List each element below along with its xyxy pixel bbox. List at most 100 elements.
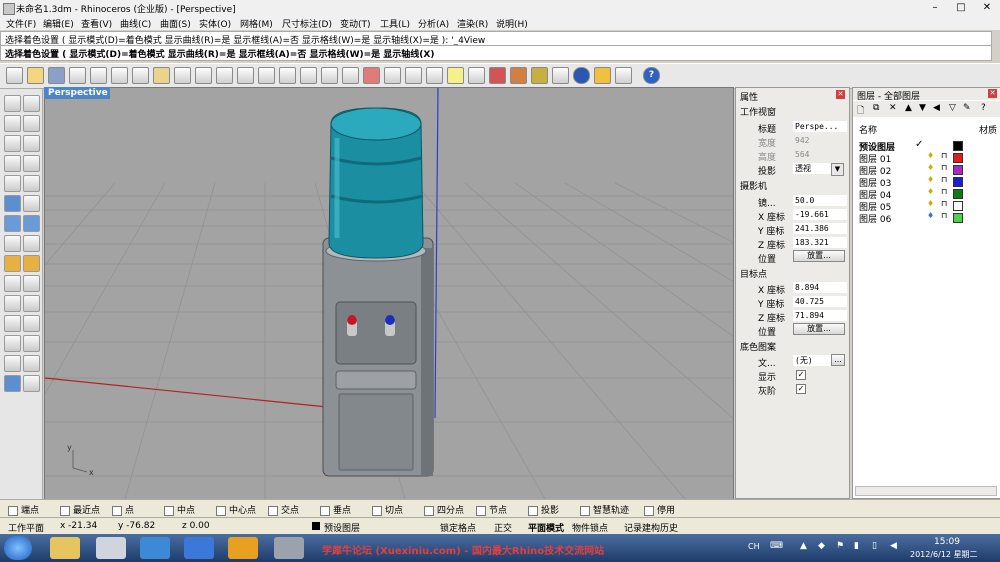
light-bulb-icon[interactable]: ♦	[927, 211, 934, 220]
move-icon[interactable]	[4, 315, 21, 332]
tray-volume-icon[interactable]: ◀	[890, 541, 897, 551]
light-bulb-icon[interactable]: ♦	[927, 199, 934, 208]
menu-curve[interactable]: 曲线(C)	[120, 17, 151, 30]
render-tools-icon[interactable]	[4, 375, 21, 392]
qq-taskbar-icon[interactable]	[228, 537, 258, 559]
paste-icon[interactable]	[153, 67, 170, 84]
point-icon[interactable]	[23, 95, 40, 112]
osnap-center[interactable]: 中心点	[216, 503, 256, 516]
layers-close-icon[interactable]: ✕	[988, 89, 997, 98]
file-browse-button[interactable]: ...	[831, 354, 845, 366]
cplane-status[interactable]: 工作平面	[8, 521, 44, 534]
clock-time[interactable]: 15:09	[934, 537, 960, 547]
tray-app-icon[interactable]: ◆	[818, 541, 825, 551]
color-wheel-icon[interactable]	[510, 67, 527, 84]
sphere-solid-icon[interactable]	[23, 215, 40, 232]
light-bulb-icon[interactable]: ♦	[927, 187, 934, 196]
layer-icon[interactable]	[489, 67, 506, 84]
properties-icon[interactable]	[594, 67, 611, 84]
zoom-selected-icon[interactable]	[300, 67, 317, 84]
zoom-dynamic-icon[interactable]	[237, 67, 254, 84]
new-sublayer-icon[interactable]: ⧉	[873, 103, 879, 113]
boolean-icon[interactable]	[4, 295, 21, 312]
osnap-toggle[interactable]: 物件锁点	[572, 521, 608, 534]
minimize-icon[interactable]: –	[922, 1, 948, 14]
move-up-icon[interactable]: ▲	[905, 103, 912, 113]
menu-surface[interactable]: 曲面(S)	[160, 17, 191, 30]
ie-taskbar-icon[interactable]	[140, 537, 170, 559]
osnap-near[interactable]: 最近点	[60, 503, 100, 516]
maximize-icon[interactable]: □	[948, 1, 974, 14]
chevron-down-icon[interactable]: ▼	[831, 163, 844, 176]
camera-x-value[interactable]: -19.661	[793, 209, 847, 220]
trim-icon[interactable]	[4, 275, 21, 292]
pan-hand-icon[interactable]	[195, 67, 212, 84]
polyline-icon[interactable]	[4, 115, 21, 132]
menu-file[interactable]: 文件(F)	[6, 17, 36, 30]
move-parent-icon[interactable]: ◀	[933, 103, 940, 113]
menu-help[interactable]: 说明(H)	[496, 17, 528, 30]
clock-date[interactable]: 2012/6/12 星期二	[910, 549, 978, 560]
osnap-tangent[interactable]: 切点	[372, 503, 403, 516]
osnap-end[interactable]: 端点	[8, 503, 39, 516]
unlock-icon[interactable]: ⊓	[941, 199, 947, 208]
dimension-icon[interactable]	[23, 335, 40, 352]
ime-indicator[interactable]: CH	[748, 542, 760, 551]
k-taskbar-icon[interactable]	[96, 537, 126, 559]
layers-horizontal-scrollbar[interactable]	[855, 486, 997, 496]
properties-close-icon[interactable]: ✕	[836, 90, 845, 99]
rectangle-icon[interactable]	[23, 155, 40, 172]
split-icon[interactable]	[23, 275, 40, 292]
menu-edit[interactable]: 编辑(E)	[43, 17, 74, 30]
target-z-value[interactable]: 71.894	[793, 310, 847, 321]
filter-icon[interactable]: ▽	[949, 103, 956, 113]
polygon-icon[interactable]	[4, 155, 21, 172]
title-value[interactable]: Perspe...	[793, 121, 847, 132]
rhino-taskbar-icon[interactable]	[274, 537, 304, 559]
unlock-icon[interactable]: ⊓	[941, 211, 947, 220]
array-icon[interactable]	[4, 355, 21, 372]
light-bulb-icon[interactable]: ♦	[927, 151, 934, 160]
unlock-icon[interactable]: ⊓	[941, 175, 947, 184]
layer-color-swatch[interactable]	[953, 153, 963, 163]
layer-color-swatch[interactable]	[953, 201, 963, 211]
mesh-icon[interactable]	[23, 235, 40, 252]
ortho-toggle[interactable]: 正交	[494, 521, 512, 534]
explorer-taskbar-icon[interactable]	[50, 537, 80, 559]
select-arrow-icon[interactable]	[4, 95, 21, 112]
menu-transform[interactable]: 变动(T)	[340, 17, 371, 30]
tray-flag-icon[interactable]: ⚑	[836, 541, 844, 551]
projection-select[interactable]: 透视	[793, 163, 831, 174]
more-tools-icon[interactable]	[23, 375, 40, 392]
fillet-curve-icon[interactable]	[23, 175, 40, 192]
ellipse-icon[interactable]	[4, 175, 21, 192]
menu-dimension[interactable]: 尺寸标注(D)	[282, 17, 332, 30]
hide-icon[interactable]	[426, 67, 443, 84]
osnap-smarttrack[interactable]: 智慧轨迹	[580, 503, 629, 516]
menu-view[interactable]: 查看(V)	[81, 17, 112, 30]
print-icon[interactable]	[69, 67, 86, 84]
water-bottle[interactable]	[328, 107, 424, 259]
rhino-app-icon[interactable]	[3, 3, 15, 15]
osnap-project[interactable]: 投影	[528, 503, 559, 516]
layer-color-swatch[interactable]	[953, 213, 963, 223]
show-checkbox[interactable]: ✓	[796, 370, 806, 380]
render-car-icon[interactable]	[363, 67, 380, 84]
unlock-icon[interactable]: ⊓	[941, 187, 947, 196]
osnap-knot[interactable]: 节点	[476, 503, 507, 516]
light-bulb-icon[interactable]: ♦	[927, 163, 934, 172]
undo-view-icon[interactable]	[321, 67, 338, 84]
material-icon[interactable]	[531, 67, 548, 84]
menu-render[interactable]: 渲染(R)	[457, 17, 488, 30]
layer-row-06[interactable]: 图层 06	[859, 212, 891, 225]
target-place-button[interactable]: 放置...	[793, 323, 845, 335]
menu-analyze[interactable]: 分析(A)	[418, 17, 449, 30]
start-button[interactable]	[4, 536, 32, 560]
osnap-disable[interactable]: 停用	[644, 503, 675, 516]
rotate-view-icon[interactable]	[216, 67, 233, 84]
new-file-icon[interactable]	[6, 67, 23, 84]
osnap-intersection[interactable]: 交点	[268, 503, 299, 516]
analyze-icon[interactable]	[23, 355, 40, 372]
import-icon[interactable]	[90, 67, 107, 84]
undo-icon[interactable]	[174, 67, 191, 84]
